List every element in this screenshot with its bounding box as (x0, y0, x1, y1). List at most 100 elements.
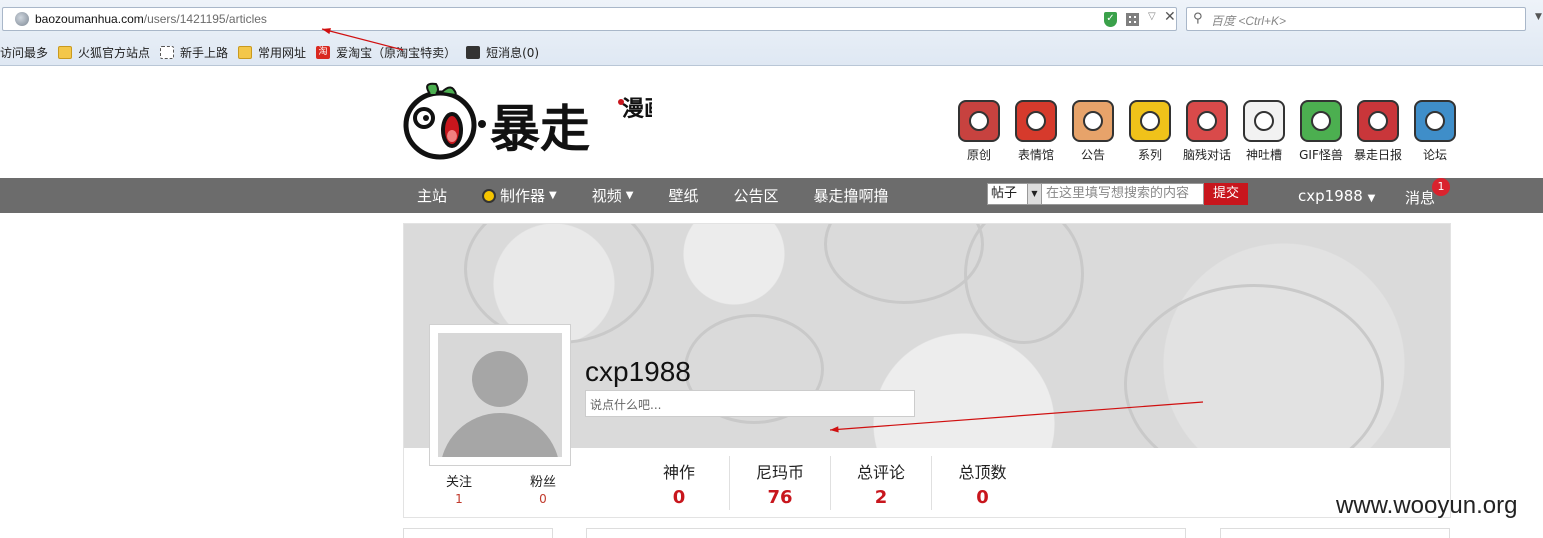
top-nav-item[interactable]: 公告 (1069, 100, 1117, 163)
following-count[interactable]: 关注 1 (439, 471, 479, 506)
folder-icon (58, 45, 73, 59)
search-icon: ⚲ (1193, 11, 1203, 26)
stat-label: 总顶数 (958, 463, 1007, 482)
status-input[interactable]: 说点什么吧... (585, 390, 915, 417)
taobao-icon: 淘 (316, 45, 331, 59)
category-icon (1129, 100, 1171, 142)
nav-home[interactable]: 主站 (417, 185, 447, 206)
bookmark-label: 常用网址 (258, 45, 307, 60)
profile-username: cxp1988 (585, 356, 691, 387)
top-nav-item[interactable]: 神吐槽 (1240, 100, 1288, 163)
bookmark-item[interactable]: 火狐官方站点 (58, 44, 150, 61)
url-text[interactable]: baozoumanhua.com/users/1421195/articles (35, 12, 267, 26)
browser-chrome: baozoumanhua.com/users/1421195/articles … (0, 0, 1543, 66)
message-count-badge: 1 (1432, 178, 1450, 196)
bookmark-label: 爱淘宝（原淘宝特卖） (336, 45, 457, 60)
bookmark-item[interactable]: 访问最多 (0, 44, 48, 61)
close-icon[interactable]: ✕ (1164, 9, 1176, 25)
followers-count[interactable]: 粉丝 0 (523, 471, 563, 506)
messages-link[interactable]: 消息 (1405, 187, 1435, 208)
stat-label: 总评论 (856, 463, 905, 482)
logo-text: 暴走 (490, 100, 590, 158)
category-icon (1300, 100, 1342, 142)
top-nav-item[interactable]: 原创 (955, 100, 1003, 163)
site-search: 帖子 ▼ 在这里填写想搜索的内容 提交 (987, 183, 1248, 205)
top-nav-item[interactable]: 系列 (1126, 100, 1174, 163)
user-menu-label: cxp1988 (1298, 187, 1363, 205)
logo-graphic: 暴走 漫画 (403, 82, 666, 160)
message-icon (466, 45, 481, 59)
avatar[interactable] (429, 324, 571, 466)
user-menu[interactable]: cxp1988 ▼ (1298, 187, 1375, 205)
category-icon (1186, 100, 1228, 142)
top-nav-label: 论坛 (1422, 148, 1447, 162)
category-icon (1414, 100, 1456, 142)
qr-code-icon[interactable] (1126, 13, 1139, 26)
content-box-main (586, 528, 1186, 538)
top-nav-item[interactable]: GIF怪兽 (1297, 100, 1345, 163)
nav-label: 制作器 (500, 187, 546, 205)
bookmark-label: 访问最多 (0, 45, 49, 60)
followers-label: 粉丝 (529, 475, 556, 490)
stat-label: 尼玛币 (755, 463, 804, 482)
search-submit-button[interactable]: 提交 (1204, 183, 1248, 205)
nav-label: 壁纸 (668, 187, 699, 205)
follow-stats: 关注 1 粉丝 0 (439, 471, 563, 506)
content-box-left (403, 528, 553, 538)
address-bar[interactable]: baozoumanhua.com/users/1421195/articles … (2, 7, 1177, 31)
nav-label: 视频 (591, 187, 622, 205)
nav-announcements[interactable]: 公告区 (733, 185, 778, 206)
browser-search-placeholder: 百度 <Ctrl+K> (1211, 14, 1287, 28)
nav-wallpaper[interactable]: 壁纸 (668, 185, 698, 206)
bookmark-label: 火狐官方站点 (78, 45, 151, 60)
url-history-dropdown-icon[interactable]: ▽ (1148, 11, 1156, 22)
category-icon (1357, 100, 1399, 142)
caret-down-icon: ▼ (625, 190, 634, 201)
shield-icon[interactable]: ✓ (1104, 12, 1117, 27)
following-label: 关注 (445, 475, 472, 490)
stat-coins: 尼玛币 76 (730, 456, 831, 510)
bookmark-label: 短消息(0) (486, 45, 540, 60)
top-nav-item[interactable]: 论坛 (1411, 100, 1459, 163)
top-nav-label: 原创 (966, 148, 991, 162)
search-scope-select[interactable]: 帖子 ▼ (987, 183, 1042, 205)
content-box-right (1220, 528, 1450, 538)
top-nav-label: GIF怪兽 (1299, 148, 1343, 162)
chevron-down-icon[interactable]: ▼ (1535, 12, 1542, 22)
stat-value: 0 (672, 487, 686, 508)
nav-video[interactable]: 视频 ▼ (592, 185, 634, 206)
top-nav-label: 系列 (1137, 148, 1162, 162)
stat-masterpieces: 神作 0 (629, 456, 730, 510)
category-icon (1015, 100, 1057, 142)
top-nav-label: 公告 (1080, 148, 1105, 162)
bookmark-label: 新手上路 (180, 45, 229, 60)
stat-value: 76 (767, 487, 793, 508)
browser-search-box[interactable]: ⚲ 百度 <Ctrl+K> (1186, 7, 1526, 31)
bookmark-item[interactable]: 常用网址 (238, 44, 306, 61)
stat-label: 神作 (662, 463, 695, 482)
bookmarks-toolbar: 访问最多 火狐官方站点 新手上路 常用网址 淘 爱淘宝（原淘宝特卖） 短消息(0… (0, 42, 549, 62)
caret-down-icon: ▼ (1367, 193, 1376, 204)
site-logo[interactable]: 暴走 漫画 (402, 80, 666, 162)
bookmark-item[interactable]: 淘 爱淘宝（原淘宝特卖） (316, 44, 456, 61)
nav-lol[interactable]: 暴走撸啊撸 (813, 185, 888, 206)
nav-maker[interactable]: 制作器 ▼ (482, 185, 557, 206)
top-nav-item[interactable]: 表情馆 (1012, 100, 1060, 163)
followers-value: 0 (539, 492, 547, 506)
folder-icon (238, 45, 253, 59)
stat-comments: 总评论 2 (831, 456, 932, 510)
category-icon (1072, 100, 1114, 142)
nav-label: 公告区 (733, 187, 779, 205)
following-value: 1 (455, 492, 463, 506)
nav-label: 主站 (417, 187, 448, 205)
url-host: baozoumanhua.com (35, 12, 144, 26)
search-input[interactable]: 在这里填写想搜索的内容 (1042, 183, 1204, 205)
stat-upvotes: 总顶数 0 (932, 456, 1033, 510)
top-nav-item[interactable]: 脑残对话 (1183, 100, 1231, 163)
bookmark-item[interactable]: 短消息(0) (466, 44, 539, 61)
bookmark-item[interactable]: 新手上路 (160, 44, 228, 61)
search-scope-value: 帖子 (991, 186, 1018, 201)
url-path: /users/1421195/articles (143, 12, 267, 26)
caret-down-icon: ▼ (549, 190, 557, 201)
top-nav-item[interactable]: 暴走日报 (1354, 100, 1402, 163)
